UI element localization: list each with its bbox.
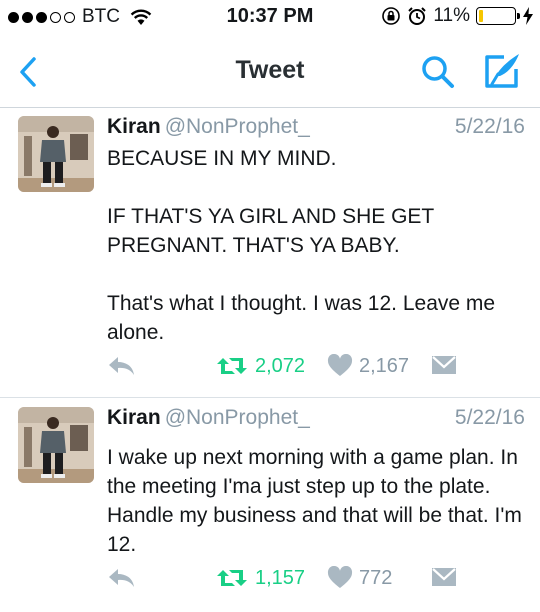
tweet-text: BECAUSE IN MY MIND. IF THAT'S YA GIRL AN… <box>107 144 527 347</box>
retweet-icon <box>217 358 247 374</box>
heart-icon <box>327 566 353 588</box>
like-button[interactable]: 2,167 <box>327 354 409 378</box>
search-icon[interactable] <box>420 54 456 90</box>
envelope-icon <box>432 356 456 374</box>
alarm-icon <box>408 7 427 25</box>
tweet[interactable]: Kiran @NonProphet_ 5/22/16 I wake up next… <box>0 400 540 612</box>
tweet-paragraph: That's what I thought. I was 12. Leave m… <box>107 292 496 344</box>
author-handle[interactable]: @NonProphet_ <box>165 406 310 429</box>
navigation-bar: Tweet <box>0 36 540 108</box>
retweet-count: 1,157 <box>255 566 306 589</box>
author-name[interactable]: Kiran <box>107 115 161 138</box>
tweet-date: 5/22/16 <box>454 115 525 138</box>
retweet-icon <box>217 570 247 586</box>
status-bar: BTC 10:37 PM 11% <box>0 0 540 36</box>
page-title: Tweet <box>235 56 305 84</box>
tweet-text: I wake up next morning with a game plan.… <box>107 443 527 559</box>
like-count: 772 <box>359 566 393 589</box>
avatar[interactable] <box>18 116 94 192</box>
author-handle[interactable]: @NonProphet_ <box>165 115 310 138</box>
retweet-count: 2,072 <box>255 354 306 377</box>
tweet-header: Kiran @NonProphet_ 5/22/16 <box>107 406 525 430</box>
tweet-date: 5/22/16 <box>454 406 525 429</box>
battery-percent: 11% <box>433 5 470 26</box>
retweet-button[interactable]: 2,072 <box>215 354 305 378</box>
tweet-paragraph: I wake up next morning with a game plan.… <box>107 446 522 556</box>
tweet-paragraph: IF THAT'S YA GIRL AND SHE GET PREGNANT. … <box>107 205 434 257</box>
rotation-lock-icon <box>382 7 401 25</box>
tweet-actions: 2,072 2,167 <box>107 354 527 384</box>
status-right: 11% <box>381 5 534 27</box>
envelope-icon <box>432 568 456 586</box>
reply-button[interactable] <box>107 566 137 590</box>
direct-message-button[interactable] <box>431 354 457 376</box>
tweet-actions: 1,157 772 <box>107 566 527 596</box>
like-button[interactable]: 772 <box>327 566 392 590</box>
reply-button[interactable] <box>107 354 137 378</box>
tweet-paragraph: BECAUSE IN MY MIND. <box>107 147 337 170</box>
reply-icon <box>109 357 134 375</box>
like-count: 2,167 <box>359 354 410 377</box>
author-name[interactable]: Kiran <box>107 406 161 429</box>
tweet[interactable]: Kiran @NonProphet_ 5/22/16 BECAUSE IN MY … <box>0 109 540 398</box>
tweet-header: Kiran @NonProphet_ 5/22/16 <box>107 115 525 139</box>
reply-icon <box>109 569 134 587</box>
direct-message-button[interactable] <box>431 566 457 588</box>
avatar[interactable] <box>18 407 94 483</box>
heart-icon <box>327 354 353 376</box>
compose-icon[interactable] <box>482 52 522 90</box>
retweet-button[interactable]: 1,157 <box>215 566 305 590</box>
charging-bolt-icon <box>523 7 533 25</box>
battery-icon <box>476 7 520 25</box>
